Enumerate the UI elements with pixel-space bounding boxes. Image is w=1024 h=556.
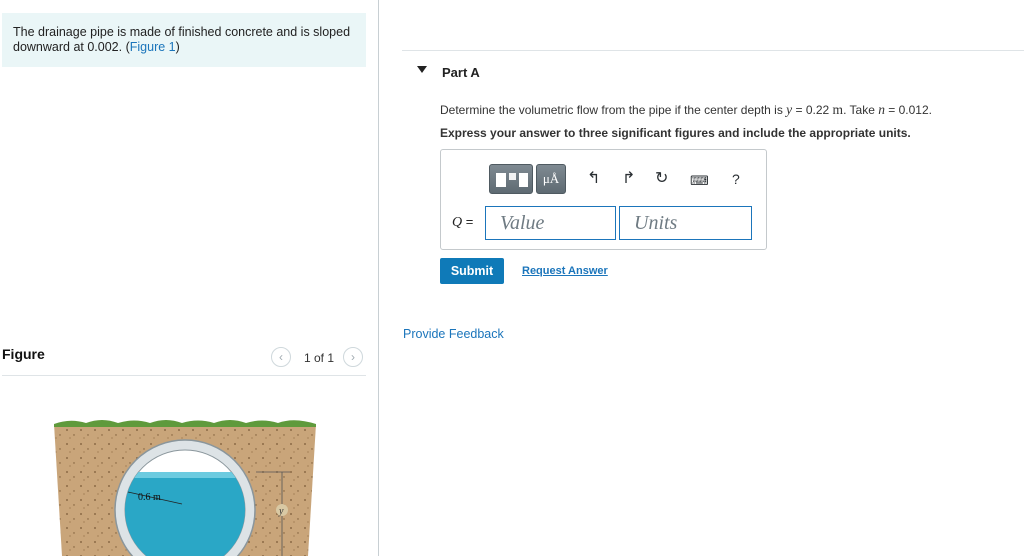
figure-link[interactable]: Figure 1 — [130, 40, 176, 54]
value-input[interactable]: Value — [485, 206, 616, 240]
question-text: Determine the volumetric flow from the p… — [440, 102, 932, 117]
units-input[interactable]: Units — [619, 206, 752, 240]
drainage-pipe-figure: 0.6 m y — [54, 420, 316, 556]
problem-text: The drainage pipe is made of finished co… — [13, 25, 351, 54]
request-answer-link[interactable]: Request Answer — [522, 265, 608, 277]
keyboard-icon[interactable]: ⌨ — [690, 172, 709, 190]
help-button[interactable]: ? — [732, 170, 740, 188]
templates-icon — [496, 173, 528, 187]
chevron-right-icon: › — [351, 350, 355, 364]
provide-feedback-link[interactable]: Provide Feedback — [403, 327, 504, 341]
diameter-label: 0.6 m — [138, 492, 161, 503]
next-figure-button[interactable]: › — [343, 347, 363, 367]
water-fill — [125, 472, 245, 556]
undo-icon[interactable]: ↰ — [587, 170, 600, 188]
problem-close-paren: ) — [175, 40, 180, 54]
answer-box: μÅ ↰ ↱ ↻ ⌨ ? Q = Value Units — [440, 149, 767, 250]
chevron-left-icon: ‹ — [279, 350, 283, 364]
redo-icon[interactable]: ↱ — [622, 170, 635, 188]
column-divider — [378, 0, 379, 556]
caret-down-icon — [417, 66, 427, 73]
submit-button[interactable]: Submit — [440, 258, 504, 284]
units-button[interactable]: μÅ — [536, 164, 566, 194]
reset-icon[interactable]: ↻ — [655, 170, 668, 188]
depth-label: y — [278, 506, 284, 517]
prev-figure-button[interactable]: ‹ — [271, 347, 291, 367]
part-a-header[interactable]: Part A — [402, 50, 1024, 92]
part-title: Part A — [442, 65, 480, 80]
figure-heading: Figure — [2, 346, 45, 362]
instruction-text: Express your answer to three significant… — [440, 126, 911, 140]
templates-button[interactable] — [489, 164, 533, 194]
figure-pager-text: 1 of 1 — [304, 351, 335, 365]
problem-statement: The drainage pipe is made of finished co… — [2, 13, 366, 67]
answer-variable-label: Q = — [452, 214, 474, 230]
grass-edge — [54, 420, 316, 427]
figure-divider — [2, 375, 366, 376]
